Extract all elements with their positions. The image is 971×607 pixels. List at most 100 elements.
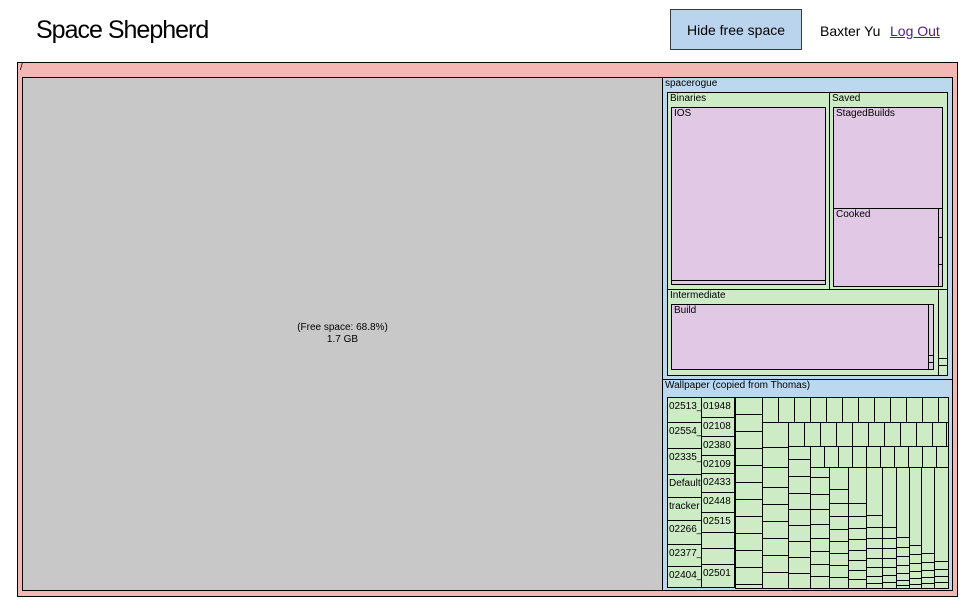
wallpaper-file[interactable] — [762, 521, 790, 539]
wallpaper-file[interactable] — [778, 397, 795, 423]
wallpaper-file[interactable] — [810, 477, 831, 495]
folder-stagedbuilds[interactable]: StagedBuilds — [833, 107, 943, 209]
wallpaper-file[interactable]: 02448 — [701, 492, 735, 513]
wallpaper-file[interactable] — [804, 422, 821, 447]
wallpaper-file[interactable] — [788, 509, 812, 526]
wallpaper-file[interactable] — [936, 446, 949, 468]
wallpaper-file[interactable]: 02433 — [701, 473, 735, 493]
wallpaper-file[interactable] — [836, 422, 853, 447]
wallpaper-file[interactable] — [906, 397, 923, 423]
wallpaper-file[interactable]: 02335_ — [667, 448, 702, 475]
wallpaper-file[interactable] — [810, 576, 831, 589]
wallpaper-file[interactable] — [880, 446, 895, 468]
wallpaper-file[interactable] — [826, 397, 843, 423]
wallpaper-file[interactable]: Default — [667, 474, 702, 498]
wallpaper-file[interactable] — [829, 577, 850, 589]
wallpaper-file[interactable] — [788, 493, 812, 510]
wallpaper-file[interactable] — [890, 397, 907, 423]
wallpaper-file[interactable]: 02515 — [701, 512, 735, 533]
wallpaper-file[interactable] — [762, 467, 790, 488]
wallpaper-file[interactable] — [810, 397, 827, 423]
wallpaper-file[interactable] — [934, 582, 949, 589]
wallpaper-file[interactable]: 02266_ — [667, 520, 702, 545]
wallpaper-file[interactable] — [932, 422, 947, 447]
wallpaper-file[interactable] — [916, 422, 933, 447]
wallpaper-file[interactable] — [858, 397, 875, 423]
wallpaper-file[interactable] — [735, 516, 764, 534]
wallpaper-file[interactable]: 02377_ — [667, 544, 702, 567]
logout-link[interactable]: Log Out — [890, 23, 940, 39]
wallpaper-file[interactable]: 02513_ — [667, 397, 702, 423]
wallpaper-file[interactable] — [874, 397, 891, 423]
wallpaper-file[interactable] — [788, 476, 812, 494]
wallpaper-file[interactable] — [735, 567, 764, 585]
wallpaper-file[interactable] — [735, 584, 764, 589]
wallpaper-file[interactable]: 01948 — [701, 397, 735, 418]
file-block[interactable] — [672, 280, 825, 284]
folder-saved[interactable]: Saved StagedBuilds Cooked — [829, 92, 948, 290]
wallpaper-file[interactable] — [735, 448, 764, 466]
folder-wallpaper[interactable]: Wallpaper (copied from Thomas) 02513_ 02… — [662, 379, 953, 591]
wallpaper-file[interactable]: 02380 — [701, 436, 735, 456]
folder-intermediate[interactable]: Intermediate Build — [667, 289, 939, 376]
treemap-root[interactable]: / (Free space: 68.8%) 1.7 GB spacerogue … — [17, 62, 958, 597]
wallpaper-file[interactable] — [829, 489, 850, 504]
wallpaper-file[interactable] — [820, 422, 837, 447]
wallpaper-file[interactable] — [848, 579, 868, 589]
wallpaper-file[interactable] — [788, 541, 812, 558]
wallpaper-file[interactable] — [788, 557, 812, 574]
wallpaper-file[interactable] — [735, 550, 764, 568]
wallpaper-file[interactable] — [824, 446, 839, 468]
wallpaper-file[interactable] — [868, 422, 885, 447]
wallpaper-file[interactable] — [788, 459, 812, 477]
wallpaper-file[interactable] — [788, 525, 812, 542]
file-block[interactable] — [928, 304, 934, 356]
file-block[interactable] — [938, 365, 948, 376]
wallpaper-file[interactable] — [810, 551, 831, 565]
wallpaper-file[interactable] — [701, 548, 735, 565]
folder-binaries[interactable]: Binaries IOS — [667, 92, 830, 290]
file-block[interactable] — [938, 264, 942, 286]
wallpaper-file[interactable]: 02554_ — [667, 422, 702, 449]
wallpaper-file[interactable] — [701, 532, 735, 549]
wallpaper-file[interactable] — [938, 397, 949, 423]
wallpaper-file[interactable] — [762, 538, 790, 556]
wallpaper-file[interactable] — [884, 422, 901, 447]
wallpaper-file[interactable] — [735, 397, 764, 415]
wallpaper-file[interactable] — [762, 504, 790, 522]
wallpaper-file[interactable] — [848, 503, 868, 517]
wallpaper-file[interactable] — [810, 509, 831, 525]
wallpaper-file[interactable] — [762, 422, 790, 448]
wallpaper-file[interactable] — [908, 446, 923, 468]
wallpaper-file[interactable] — [900, 422, 917, 447]
wallpaper-file[interactable] — [829, 503, 850, 517]
file-block[interactable] — [928, 362, 934, 370]
hide-free-space-button[interactable]: Hide free space — [670, 9, 802, 50]
wallpaper-file[interactable] — [838, 446, 853, 468]
wallpaper-file[interactable] — [794, 397, 811, 423]
folder-ios[interactable]: IOS — [671, 107, 826, 285]
folder-build[interactable]: Build — [671, 304, 929, 370]
wallpaper-file[interactable] — [762, 555, 790, 573]
wallpaper-file[interactable] — [922, 446, 937, 468]
wallpaper-file[interactable] — [762, 487, 790, 505]
file-block[interactable] — [938, 237, 942, 265]
wallpaper-file[interactable] — [852, 446, 867, 468]
wallpaper-file[interactable] — [762, 447, 790, 468]
wallpaper-file[interactable] — [735, 533, 764, 551]
wallpaper-file[interactable] — [788, 573, 812, 589]
free-space-block[interactable]: (Free space: 68.8%) 1.7 GB — [22, 77, 663, 591]
wallpaper-file[interactable] — [762, 397, 779, 423]
wallpaper-file[interactable] — [735, 465, 764, 483]
wallpaper-file[interactable]: 02109 — [701, 455, 735, 474]
file-block[interactable] — [938, 209, 942, 238]
wallpaper-file[interactable] — [762, 572, 790, 589]
wallpaper-file[interactable] — [735, 431, 764, 449]
wallpaper-file[interactable] — [735, 482, 764, 500]
wallpaper-file[interactable] — [894, 446, 909, 468]
wallpaper-file[interactable] — [842, 397, 859, 423]
wallpaper-file[interactable] — [810, 524, 831, 539]
wallpaper-file[interactable]: 02501 — [701, 564, 735, 588]
wallpaper-file[interactable] — [810, 494, 831, 510]
wallpaper-file[interactable] — [829, 516, 850, 530]
